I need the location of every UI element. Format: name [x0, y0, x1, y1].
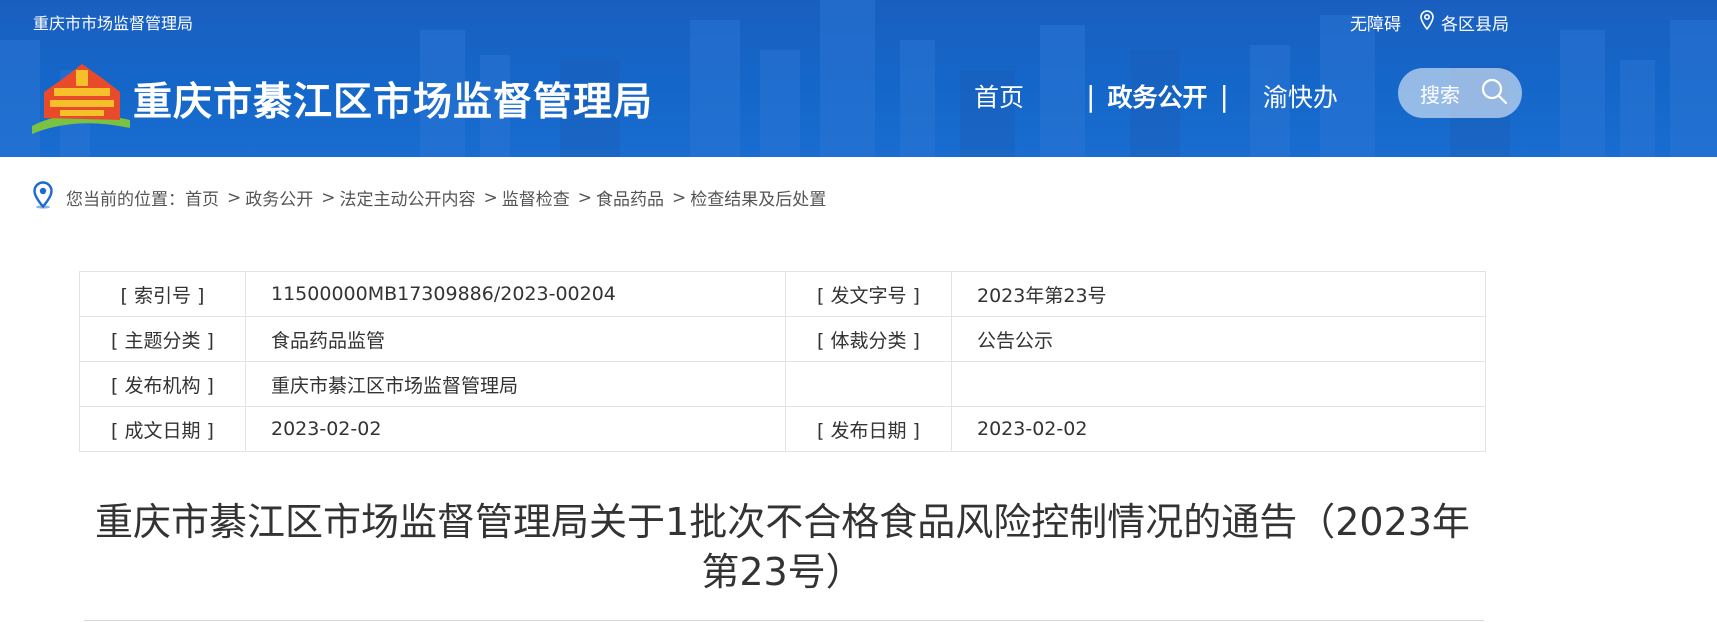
location-icon	[32, 181, 54, 214]
breadcrumb-supervision[interactable]: 监督检查	[502, 185, 570, 210]
nav-yukuaiban[interactable]: 渝快办	[1251, 78, 1350, 114]
nav-separator: |	[1086, 79, 1096, 113]
index-number-label: [ 索引号 ]	[79, 271, 246, 317]
table-row: [ 主题分类 ] 食品药品监管 [ 体裁分类 ] 公告公示	[79, 316, 1486, 362]
table-row: [ 成文日期 ] 2023-02-02 [ 发布日期 ] 2023-02-02	[79, 406, 1486, 452]
publisher-label: [ 发布机构 ]	[79, 361, 246, 407]
site-logo[interactable]	[30, 58, 134, 140]
search-button[interactable]: 搜索	[1398, 68, 1522, 118]
topic-category-label: [ 主题分类 ]	[79, 316, 246, 362]
empty-label	[785, 361, 952, 407]
breadcrumb-separator: >	[227, 187, 242, 208]
publisher-value: 重庆市綦江区市场监督管理局	[245, 361, 786, 407]
breadcrumb-gov-affairs[interactable]: 政务公开	[245, 185, 313, 210]
search-label: 搜索	[1420, 82, 1460, 107]
breadcrumb-separator: >	[577, 187, 592, 208]
publish-date-value: 2023-02-02	[951, 406, 1486, 452]
document-number-value: 2023年第23号	[951, 271, 1486, 317]
breadcrumb-food-drug[interactable]: 食品药品	[596, 185, 664, 210]
breadcrumb-inspection-results[interactable]: 检查结果及后处置	[690, 185, 826, 210]
divider	[84, 620, 1484, 621]
document-info-table: [ 索引号 ] 11500000MB17309886/2023-00204 [ …	[79, 271, 1486, 452]
breadcrumb-separator: >	[321, 187, 336, 208]
main-nav: 首页 | 政务公开 | 渝快办	[962, 78, 1350, 114]
breadcrumb: 您当前的位置： 首页 > 政务公开 > 法定主动公开内容 > 监督检查 > 食品…	[32, 181, 826, 214]
location-pin-icon	[1419, 10, 1435, 35]
publish-date-label: [ 发布日期 ]	[785, 406, 952, 452]
breadcrumb-separator: >	[672, 187, 687, 208]
index-number-value: 11500000MB17309886/2023-00204	[245, 271, 786, 317]
topic-category-value: 食品药品监管	[245, 316, 786, 362]
genre-category-label: [ 体裁分类 ]	[785, 316, 952, 362]
accessibility-link[interactable]: 无障碍	[1350, 10, 1401, 35]
written-date-label: [ 成文日期 ]	[79, 406, 246, 452]
site-title[interactable]: 重庆市綦江区市场监督管理局	[133, 71, 653, 127]
nav-separator: |	[1219, 79, 1229, 113]
parent-agency-link[interactable]: 重庆市市场监督管理局	[33, 10, 193, 34]
breadcrumb-prefix: 您当前的位置：	[66, 190, 185, 210]
nav-gov-affairs[interactable]: 政务公开	[1095, 78, 1219, 114]
genre-category-value: 公告公示	[951, 316, 1486, 362]
empty-value	[951, 361, 1486, 407]
table-row: [ 发布机构 ] 重庆市綦江区市场监督管理局	[79, 361, 1486, 407]
article-title: 重庆市綦江区市场监督管理局关于1批次不合格食品风险控制情况的通告（2023年第2…	[95, 500, 1470, 594]
breadcrumb-home[interactable]: 首页	[185, 185, 219, 210]
breadcrumb-separator: >	[483, 187, 498, 208]
site-header: 重庆市市场监督管理局 无障碍 各区县局 重庆市綦江区市场监督管理局 首页 | 政…	[0, 0, 1717, 157]
written-date-value: 2023-02-02	[245, 406, 786, 452]
table-row: [ 索引号 ] 11500000MB17309886/2023-00204 [ …	[79, 271, 1486, 317]
breadcrumb-statutory-disclosure[interactable]: 法定主动公开内容	[340, 185, 476, 210]
nav-home[interactable]: 首页	[962, 78, 1036, 114]
topbar-links: 无障碍 各区县局	[1350, 10, 1509, 35]
document-number-label: [ 发文字号 ]	[785, 271, 952, 317]
districts-link[interactable]: 各区县局	[1441, 10, 1509, 35]
search-icon	[1480, 77, 1508, 110]
